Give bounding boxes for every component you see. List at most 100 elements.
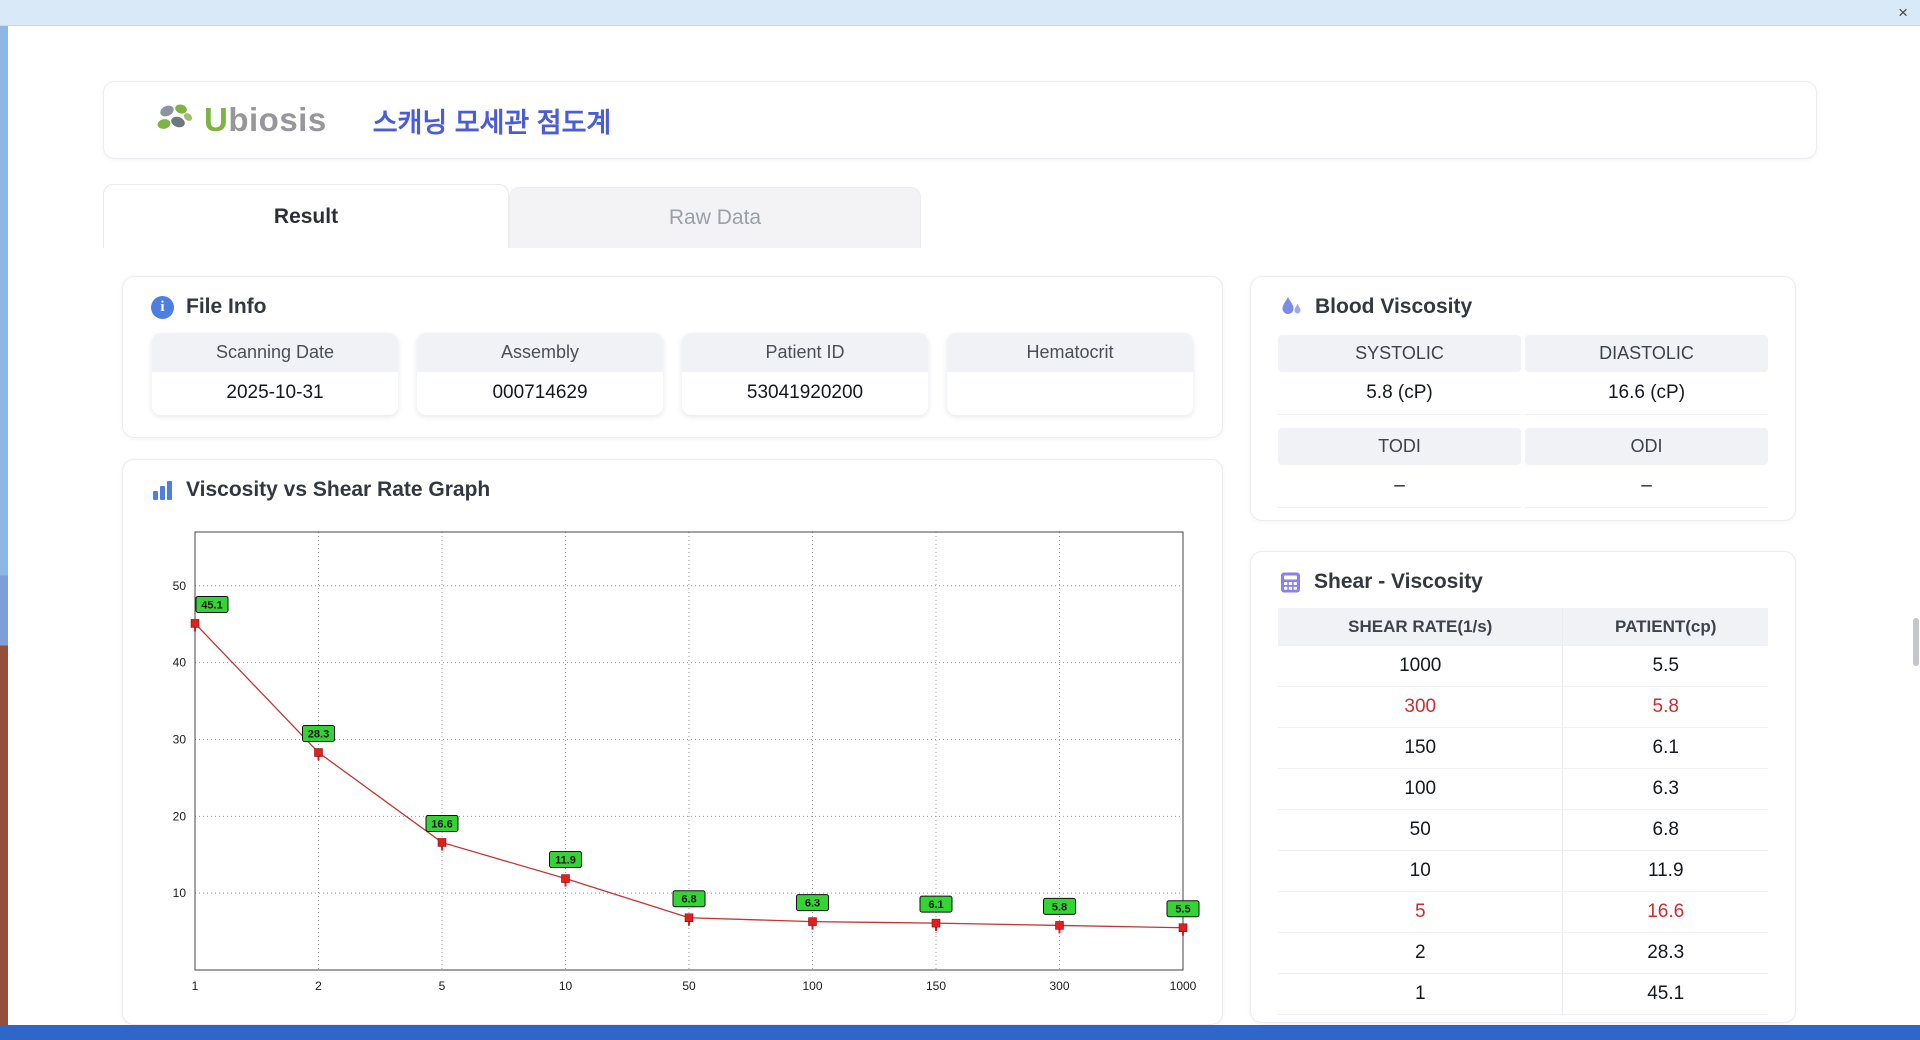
svg-text:6.1: 6.1 (928, 899, 943, 911)
svg-text:30: 30 (173, 732, 187, 746)
diastolic-value: 16.6 (cP) (1525, 372, 1768, 415)
shear-rate-cell: 50 (1278, 809, 1564, 851)
shear-viscosity-card: Shear - Viscosity SHEAR RATE(1/s) PATIEN… (1250, 551, 1796, 1023)
column-header-shear-rate: SHEAR RATE(1/s) (1278, 608, 1564, 646)
table-row: 2 28.3 (1278, 932, 1768, 974)
calculator-icon (1281, 572, 1300, 592)
blood-viscosity-title-row: Blood Viscosity (1251, 277, 1795, 331)
svg-text:16.6: 16.6 (431, 818, 452, 830)
svg-text:1: 1 (192, 979, 199, 993)
svg-text:5: 5 (439, 979, 446, 993)
viscosity-graph-card: Viscosity vs Shear Rate Graph 10 20 30 40 50… (122, 459, 1223, 1025)
table-row: 5 16.6 (1278, 891, 1768, 933)
shear-viscosity-title: Shear - Viscosity (1314, 570, 1483, 593)
file-info-fields: Scanning Date 2025-10-31 Assembly 000714… (123, 331, 1222, 415)
patient-viscosity-cell: 11.9 (1562, 850, 1768, 892)
shear-rate-cell: 10 (1278, 850, 1564, 892)
field-hematocrit: Hematocrit (947, 333, 1193, 415)
shear-rate-cell: 100 (1278, 768, 1564, 810)
patient-viscosity-cell: 6.3 (1562, 768, 1768, 810)
field-label: Assembly (417, 333, 663, 372)
shear-rate-cell: 5 (1278, 891, 1564, 933)
patient-viscosity-cell: 6.1 (1562, 727, 1768, 769)
patient-viscosity-cell: 28.3 (1562, 932, 1768, 974)
shear-viscosity-table: SHEAR RATE(1/s) PATIENT(cp) 1000 5.5 300 5.… (1278, 608, 1768, 1015)
svg-text:45.1: 45.1 (201, 599, 222, 611)
bar-chart-icon (153, 480, 172, 500)
close-icon[interactable]: × (1898, 3, 1908, 23)
tab-result[interactable]: Result (103, 184, 509, 248)
svg-text:40: 40 (173, 656, 187, 670)
field-patient-id: Patient ID 53041920200 (682, 333, 928, 415)
column-header-patient: PATIENT(cp) (1562, 608, 1768, 646)
field-value (947, 372, 1193, 415)
blood-viscosity-card: Blood Viscosity SYSTOLIC DIASTOLIC 5.8 (… (1250, 276, 1796, 521)
viscosity-chart: 10 20 30 40 50 1 2 5 10 50 100 150 300 1000 45.1 28.3 16… (173, 531, 1200, 993)
table-row: 10 11.9 (1278, 850, 1768, 892)
patient-viscosity-cell: 5.8 (1562, 686, 1768, 728)
svg-text:100: 100 (802, 979, 822, 993)
file-info-card: i File Info Scanning Date 2025-10-31 Ass… (122, 276, 1223, 438)
blood-viscosity-title: Blood Viscosity (1315, 295, 1473, 318)
svg-text:6.8: 6.8 (681, 894, 696, 906)
svg-text:50: 50 (682, 979, 696, 993)
field-scanning-date: Scanning Date 2025-10-31 (152, 333, 398, 415)
svg-text:150: 150 (926, 979, 946, 993)
field-value: 000714629 (492, 382, 588, 403)
shear-rate-cell: 1 (1278, 973, 1564, 1015)
field-label: Scanning Date (152, 333, 398, 372)
info-icon: i (151, 295, 174, 319)
water-drops-icon (1282, 297, 1301, 314)
window-bottom-bar (0, 1025, 1920, 1040)
svg-text:50: 50 (173, 579, 187, 593)
shear-table-wrap: SHEAR RATE(1/s) PATIENT(cp) 1000 5.5 300 5.… (1251, 606, 1795, 1015)
grid-gap (1278, 415, 1768, 428)
ubiosis-leaf-icon (157, 104, 193, 129)
app-window: { "window": { "close_icon": "×" }, "head… (0, 0, 1920, 1040)
shear-rate-cell: 2 (1278, 932, 1564, 974)
svg-text:28.3: 28.3 (308, 729, 329, 741)
patient-viscosity-cell: 45.1 (1562, 973, 1768, 1015)
file-info-title-row: i File Info (123, 277, 1222, 331)
file-info-title: File Info (186, 295, 267, 318)
systolic-label: SYSTOLIC (1278, 335, 1521, 372)
field-assembly: Assembly 000714629 (417, 333, 663, 415)
app-header: Ubiosis 스캐닝 모세관 점도계 (103, 81, 1817, 159)
svg-text:6.3: 6.3 (805, 898, 820, 910)
diastolic-label: DIASTOLIC (1525, 335, 1768, 372)
table-row: 1 45.1 (1278, 973, 1768, 1015)
todi-label: TODI (1278, 428, 1521, 465)
svg-text:5.8: 5.8 (1052, 901, 1067, 913)
field-value: 53041920200 (746, 382, 864, 403)
table-row: 150 6.1 (1278, 727, 1768, 769)
table-row: 1000 5.5 (1278, 646, 1768, 687)
table-row: 50 6.8 (1278, 809, 1768, 851)
svg-text:10: 10 (559, 979, 573, 993)
brand-logo: Ubiosis (154, 101, 327, 139)
window-left-edge (0, 26, 8, 1025)
field-label: Patient ID (682, 333, 928, 372)
table-row: 300 5.8 (1278, 686, 1768, 728)
shear-rate-cell: 300 (1278, 686, 1564, 728)
svg-text:300: 300 (1049, 979, 1069, 993)
brand-name: Ubiosis (204, 101, 327, 138)
field-value: 2025-10-31 (226, 382, 324, 403)
patient-viscosity-cell: 5.5 (1562, 646, 1768, 687)
svg-text:1000: 1000 (1170, 979, 1197, 993)
systolic-value: 5.8 (cP) (1278, 372, 1521, 415)
patient-viscosity-cell: 16.6 (1562, 891, 1768, 933)
field-label: Hematocrit (947, 333, 1193, 372)
graph-title: Viscosity vs Shear Rate Graph (186, 478, 491, 501)
scrollbar-thumb[interactable] (1913, 618, 1919, 666)
svg-text:10: 10 (173, 886, 187, 900)
todi-value: – (1278, 465, 1521, 508)
blood-viscosity-grid: SYSTOLIC DIASTOLIC 5.8 (cP) 16.6 (cP) TO… (1251, 331, 1795, 508)
odi-value: – (1525, 465, 1768, 508)
window-titlebar: × (0, 0, 1920, 26)
svg-text:11.9: 11.9 (555, 855, 576, 867)
patient-viscosity-cell: 6.8 (1562, 809, 1768, 851)
page-title: 스캐닝 모세관 점도계 (372, 107, 612, 138)
tab-raw-data[interactable]: Raw Data (509, 187, 921, 248)
chart-wrapper: 10 20 30 40 50 1 2 5 10 50 100 150 300 1000 45.1 28.3 16… (123, 514, 1222, 1003)
shear-rate-cell: 1000 (1278, 646, 1564, 687)
